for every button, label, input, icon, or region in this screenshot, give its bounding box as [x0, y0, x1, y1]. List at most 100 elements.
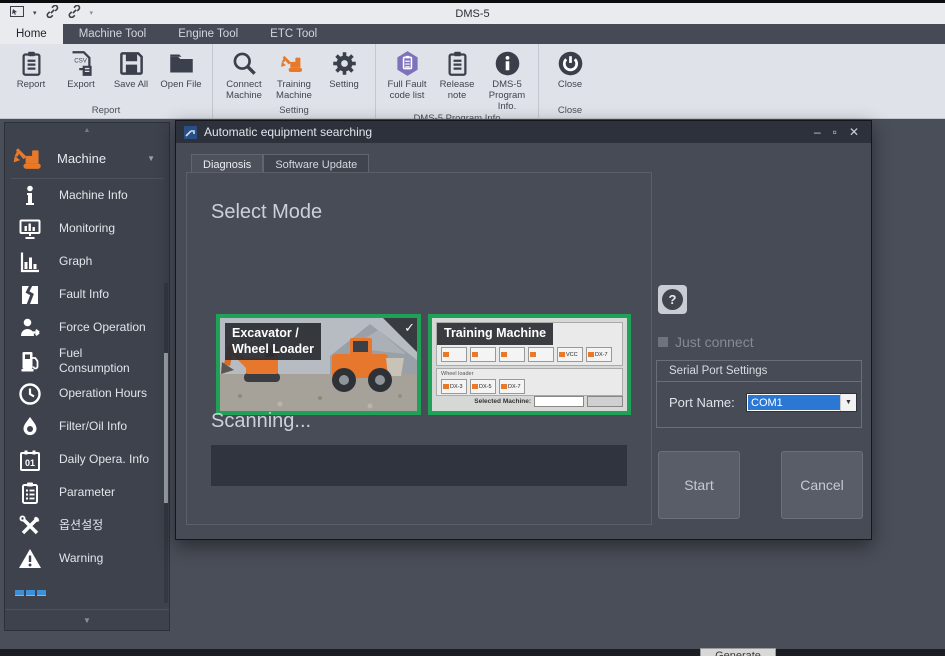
full-fault-icon [394, 50, 421, 77]
sidebar-scroll-up-icon[interactable]: ▲ [5, 123, 169, 138]
tab-machine-tool[interactable]: Machine Tool [63, 24, 163, 44]
preview-button [587, 396, 623, 407]
mode-card-training-machine[interactable]: VCCDX-7 Wheel loader DX-3DX-5DX-7 Select… [428, 314, 631, 415]
sidebar-header-machine[interactable]: Machine ▼ [5, 138, 169, 178]
sidebar-item-fuel-consumption[interactable]: Fuel Consumption [5, 344, 169, 377]
diagnosis-tab-panel: Select Mode [186, 172, 652, 525]
sidebar-item-warning[interactable]: Warning [5, 542, 169, 575]
just-connect-option[interactable]: Just connect [658, 334, 754, 350]
excavator-icon [13, 145, 49, 171]
app-window-icon[interactable] [10, 5, 24, 23]
ribbon-button-setting[interactable]: Setting [319, 44, 369, 105]
ribbon-button-close[interactable]: Close [545, 44, 595, 105]
start-button[interactable]: Start [658, 451, 740, 519]
info-circle-icon [494, 50, 521, 77]
sidebar-item-monitoring[interactable]: Monitoring [5, 212, 169, 245]
preview-machine-button: DX-3 [441, 379, 467, 394]
link-icon[interactable] [68, 5, 81, 23]
tab-engine-tool[interactable]: Engine Tool [162, 24, 254, 44]
sidebar-item-fault-info[interactable]: Fault Info [5, 278, 169, 311]
ribbon-button-full-fault-code-list[interactable]: Full Fault code list [382, 44, 432, 113]
sidebar-item-daily-opera-info[interactable]: 01 Daily Opera. Info [5, 443, 169, 476]
window-title: DMS-5 [0, 8, 945, 20]
sidebar-item-label: 옵션설정 [59, 518, 103, 533]
sidebar-item-label: Filter/Oil Info [59, 419, 127, 434]
sidebar-item-parameter[interactable]: Parameter [5, 476, 169, 509]
open-file-icon [168, 50, 195, 77]
sidebar-item-force-operation[interactable]: Force Operation [5, 311, 169, 344]
sidebar-item-옵션설정[interactable]: 옵션설정 [5, 509, 169, 542]
fault-icon [17, 283, 43, 307]
ribbon-group-setting: Connect MachineTraining MachineSettingSe… [212, 44, 375, 118]
preview-machine-button: DX-5 [470, 379, 496, 394]
svg-text:01: 01 [25, 458, 35, 468]
report-icon [18, 50, 45, 77]
ribbon-button-report[interactable]: Report [6, 44, 56, 105]
sidebar-item-label: Parameter [59, 485, 115, 500]
just-connect-label: Just connect [675, 334, 754, 350]
sidebar-item-label: Daily Opera. Info [59, 452, 149, 467]
just-connect-checkbox[interactable] [658, 337, 668, 347]
ribbon-button-release-note[interactable]: Release note [432, 44, 482, 113]
ribbon-button-connect-machine[interactable]: Connect Machine [219, 44, 269, 105]
svg-text:CSV: CSV [74, 57, 88, 64]
customize-caret-icon[interactable]: ▾ [90, 10, 94, 17]
ribbon-group-close: CloseClose [538, 44, 601, 118]
help-button[interactable]: ? [658, 285, 687, 314]
dialog-minimize-button[interactable]: – [814, 126, 821, 138]
dialog-titlebar[interactable]: Automatic equipment searching – ▫ ✕ [176, 121, 871, 143]
quick-access-toolbar: ▾ ▾ [0, 5, 93, 23]
ribbon-button-label: Save All [114, 80, 148, 91]
dialog-title: Automatic equipment searching [204, 125, 814, 139]
tab-etc-tool[interactable]: ETC Tool [254, 24, 333, 44]
sidebar-item-label: Operation Hours [59, 386, 147, 401]
port-name-label: Port Name: [669, 395, 746, 410]
ribbon-group-label: Close [545, 105, 595, 118]
ribbon-group-dms-5-program-info: Full Fault code list Release noteDMS-5 Pr… [375, 44, 538, 118]
calendar-icon: 01 [17, 448, 43, 472]
sidebar-scrollbar-thumb[interactable] [164, 353, 168, 503]
ribbon-button-label: Full Fault code list [387, 80, 426, 102]
card-label: Training Machine [437, 323, 553, 345]
monitoring-icon [17, 217, 43, 241]
ribbon-button-training-machine[interactable]: Training Machine [269, 44, 319, 105]
card-label: Excavator / Wheel Loader [225, 323, 321, 360]
sidebar-item-operation-hours[interactable]: Operation Hours [5, 377, 169, 410]
titlebar: ▾ ▾ DMS-5 [0, 3, 945, 24]
report-icon [444, 50, 471, 77]
ribbon-button-dms-5-program-info[interactable]: DMS-5 Program Info. [482, 44, 532, 113]
select-mode-heading: Select Mode [211, 201, 322, 224]
mode-card-excavator-wheel-loader[interactable]: Excavator / Wheel Loader ✓ [216, 314, 421, 415]
scanning-status-text: Scanning... [211, 410, 311, 433]
dialog-maximize-button[interactable]: ▫ [833, 126, 837, 138]
preview-machine-button: DX-7 [499, 379, 525, 394]
preview-input [534, 396, 584, 407]
sidebar-item-label: Graph [59, 254, 92, 269]
cancel-button[interactable]: Cancel [781, 451, 863, 519]
ribbon-button-label: DMS-5 Program Info. [482, 80, 532, 113]
sidebar-item-label: Force Operation [59, 320, 146, 335]
ribbon-button-open-file[interactable]: Open File [156, 44, 206, 105]
sidebar-item-machine-info[interactable]: Machine Info [5, 179, 169, 212]
tab-home[interactable]: Home [0, 24, 63, 44]
dropdown-caret-icon[interactable]: ▾ [33, 10, 37, 17]
scan-progress-bar [211, 445, 627, 486]
preview-group-label: Wheel loader [441, 371, 473, 377]
preview-selected-machine-label: Selected Machine: [474, 398, 531, 405]
clipboard-icon [17, 481, 43, 505]
sidebar-item-filter-oil-info[interactable]: Filter/Oil Info [5, 410, 169, 443]
dialog-automatic-equipment-searching: Automatic equipment searching – ▫ ✕ Diag… [175, 120, 872, 540]
sidebar-item-graph[interactable]: Graph [5, 245, 169, 278]
port-name-select[interactable]: COM1 ▼ [746, 393, 857, 412]
sidebar-scroll-down-icon[interactable]: ▼ [5, 609, 169, 630]
combo-dropdown-icon[interactable]: ▼ [840, 394, 856, 411]
ribbon-button-export[interactable]: CSVExport [56, 44, 106, 105]
sidebar: ▲ Machine ▼ Machine InfoMonitoring Graph F… [4, 122, 170, 631]
power-icon [557, 50, 584, 77]
ribbon-button-save-all[interactable]: Save All [106, 44, 156, 105]
partial-generate-button[interactable]: Generate [700, 648, 776, 656]
sidebar-header-label: Machine [57, 151, 147, 166]
preview-machine-button: VCC [557, 347, 583, 362]
link-icon[interactable] [46, 5, 59, 23]
dialog-close-button[interactable]: ✕ [849, 126, 859, 138]
